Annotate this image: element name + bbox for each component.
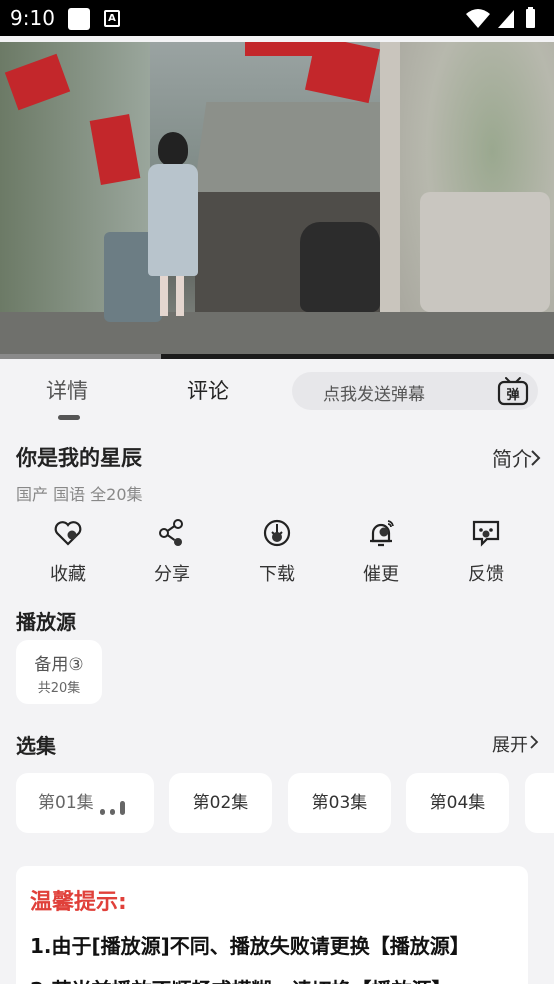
status-time: 9:10 [10,6,55,30]
video-scene-flag [304,42,381,104]
tab-active-indicator [58,415,80,420]
episode-label: 第02集 [192,793,249,813]
action-label: 分享 [154,564,190,585]
action-label: 下载 [259,564,295,585]
video-scene-ground [0,312,554,354]
badge-icon: A [104,10,120,27]
video-scene-flag [245,42,315,56]
action-row: 收藏 分享 下载 催更 反馈 [0,515,554,595]
episode-item-1[interactable]: 第01集 [16,773,154,833]
heart-icon [54,521,82,546]
video-player[interactable] [0,42,554,354]
expand-button[interactable]: 展开 [492,731,528,757]
intro-button[interactable]: 简介 [492,443,532,472]
danmu-icon-label: 弹 [506,387,519,403]
status-bar: 9:10 A [0,0,554,36]
signal-battery-icon [466,7,535,28]
danmu-input[interactable]: 点我发送弹幕 弹 [292,372,538,410]
episode-item-3[interactable]: 第03集 [288,773,391,833]
video-scene-roof [193,102,397,192]
share-button[interactable]: 分享 [137,515,207,593]
tip-card: 温馨提示: 1.由于[播放源]不同、播放失败请更换【播放源】 2.若当前播放不顺… [16,866,528,984]
bell-icon [370,520,394,547]
video-scene-pot [420,192,550,312]
action-label: 催更 [363,564,399,585]
episode-label: 第04集 [429,793,486,813]
tab-detail[interactable]: 详情 [46,375,88,405]
tip-line-2: 2.若当前播放不顺畅或模糊，请切换【播放源】 [30,974,452,984]
action-label: 收藏 [50,564,86,585]
source-name: 备用③ [34,655,84,675]
playing-indicator-icon [100,799,128,815]
video-scene-person [140,132,205,322]
share-icon [159,519,183,546]
source-option[interactable]: 备用③ 共20集 [16,640,102,704]
action-label: 反馈 [468,564,504,585]
episode-item-next[interactable] [525,773,554,833]
tip-line-1: 1.由于[播放源]不同、播放失败请更换【播放源】 [30,934,470,958]
show-meta: 国产 国语 全20集 [16,485,143,504]
download-icon [263,519,291,547]
show-title: 你是我的星辰 [16,446,142,470]
episode-item-4[interactable]: 第04集 [406,773,509,833]
source-section-title: 播放源 [16,610,76,634]
tab-bar: 详情 评论 点我发送弹幕 弹 [0,359,554,431]
episodes-section-title: 选集 [16,734,56,758]
video-scene-scooter [300,222,380,312]
update-reminder-button[interactable]: 催更 [346,515,416,593]
chevron-right-icon[interactable] [528,450,544,466]
tab-comment[interactable]: 评论 [187,375,229,405]
notification-icon [68,8,90,30]
feedback-button[interactable]: 反馈 [451,515,521,593]
source-count: 共20集 [37,681,81,696]
danmu-tv-icon[interactable]: 弹 [496,374,530,408]
feedback-icon [472,520,500,547]
episode-label: 第01集 [38,793,94,813]
favorite-button[interactable]: 收藏 [33,515,103,593]
tip-title: 温馨提示: [30,890,127,915]
chevron-right-icon[interactable] [528,735,542,749]
episode-item-2[interactable]: 第02集 [169,773,272,833]
download-button[interactable]: 下载 [242,515,312,593]
danmu-placeholder: 点我发送弹幕 [323,385,425,405]
episode-label: 第03集 [311,793,368,813]
